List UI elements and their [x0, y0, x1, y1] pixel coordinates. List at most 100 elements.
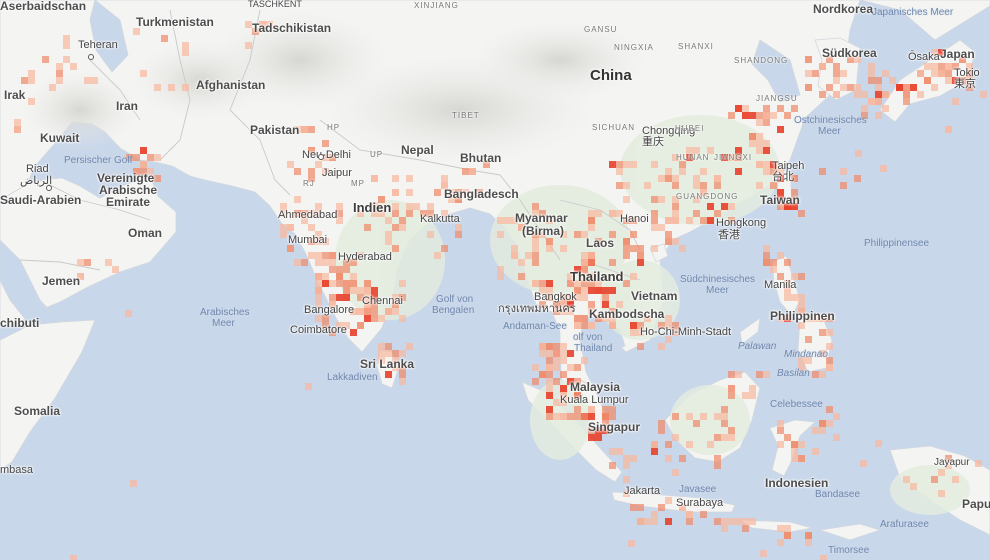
heat-cell: [329, 294, 336, 301]
heat-cell: [763, 245, 770, 252]
heat-cell: [840, 84, 847, 91]
heat-cell: [742, 525, 749, 532]
heat-cell: [406, 175, 413, 182]
heat-cell: [931, 84, 938, 91]
heat-cell: [392, 175, 399, 182]
heat-cell: [504, 217, 511, 224]
heat-cell: [315, 161, 322, 168]
heat-cell: [952, 98, 959, 105]
map-canvas[interactable]: Aserbaidschan Turkmenistan Tadschikistan…: [0, 0, 990, 560]
heat-cell: [378, 315, 385, 322]
heat-cell: [630, 322, 637, 329]
heat-cell: [595, 210, 602, 217]
heat-cell: [966, 70, 973, 77]
heat-cell: [945, 462, 952, 469]
heat-cell: [532, 364, 539, 371]
heat-cell: [574, 266, 581, 273]
heat-cell: [574, 315, 581, 322]
heat-cell: [588, 259, 595, 266]
heat-cell: [308, 168, 315, 175]
heat-cell: [581, 315, 588, 322]
heat-cell: [546, 378, 553, 385]
heat-cell: [364, 301, 371, 308]
heat-cell: [588, 252, 595, 259]
heat-cell: [497, 273, 504, 280]
heat-cell: [560, 399, 567, 406]
heat-cell: [917, 70, 924, 77]
heat-cell: [553, 378, 560, 385]
heat-cell: [287, 224, 294, 231]
heat-cell: [819, 315, 826, 322]
heat-cell: [140, 147, 147, 154]
heat-cell: [623, 196, 630, 203]
heat-cell: [777, 196, 784, 203]
heat-cell: [917, 91, 924, 98]
heat-cell: [497, 231, 504, 238]
heat-cell: [308, 175, 315, 182]
heat-cell: [623, 182, 630, 189]
heat-cell: [588, 434, 595, 441]
heat-cell: [735, 105, 742, 112]
heat-cell: [693, 196, 700, 203]
heat-cell: [910, 483, 917, 490]
heat-cell: [595, 434, 602, 441]
heat-cell: [560, 231, 567, 238]
heat-cell: [497, 266, 504, 273]
heat-cell: [546, 350, 553, 357]
heat-cell: [364, 294, 371, 301]
heat-cell: [700, 182, 707, 189]
heat-cell: [651, 196, 658, 203]
heat-cell: [637, 518, 644, 525]
heat-cell: [406, 210, 413, 217]
heat-cell: [441, 245, 448, 252]
heat-cell: [567, 364, 574, 371]
heat-cell: [875, 84, 882, 91]
heat-cell: [609, 322, 616, 329]
heat-cell: [595, 315, 602, 322]
heat-cell: [630, 329, 637, 336]
heat-cell: [707, 217, 714, 224]
heat-cell: [812, 448, 819, 455]
heat-cell: [945, 63, 952, 70]
heat-cell: [392, 294, 399, 301]
heat-cell: [665, 168, 672, 175]
heat-cell: [77, 273, 84, 280]
heat-cell: [826, 357, 833, 364]
heat-cell: [336, 203, 343, 210]
basemap: [0, 0, 990, 560]
heat-cell: [805, 357, 812, 364]
heat-cell: [861, 112, 868, 119]
heat-cell: [623, 476, 630, 483]
heat-cell: [707, 203, 714, 210]
heat-cell: [301, 217, 308, 224]
heat-cell: [154, 175, 161, 182]
heat-cell: [546, 406, 553, 413]
heat-cell: [130, 480, 137, 487]
heat-cell: [665, 231, 672, 238]
heat-cell: [819, 427, 826, 434]
heat-cell: [819, 420, 826, 427]
heat-cell: [616, 273, 623, 280]
heat-cell: [875, 112, 882, 119]
heat-cell: [406, 203, 413, 210]
heat-cell: [476, 189, 483, 196]
heat-cell: [763, 168, 770, 175]
heat-cell: [609, 413, 616, 420]
heat-cell: [315, 294, 322, 301]
heat-cell: [581, 273, 588, 280]
heat-cell: [581, 357, 588, 364]
heat-cell: [777, 203, 784, 210]
heat-cell: [305, 383, 312, 390]
heat-cell: [756, 140, 763, 147]
heat-cell: [154, 84, 161, 91]
heat-cell: [154, 154, 161, 161]
heat-cell: [574, 364, 581, 371]
heat-cell: [532, 231, 539, 238]
heat-cell: [630, 455, 637, 462]
heat-cell: [855, 150, 862, 157]
heat-cell: [763, 161, 770, 168]
heat-cell: [609, 315, 616, 322]
heat-cell: [392, 308, 399, 315]
heat-cell: [770, 266, 777, 273]
heat-cell: [714, 175, 721, 182]
